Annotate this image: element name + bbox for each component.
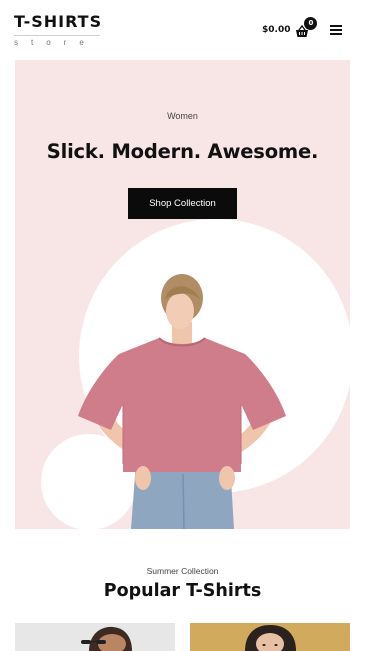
collection-kicker: Summer Collection bbox=[146, 566, 219, 576]
site-header: T-SHIRTS store $0.00 0 bbox=[0, 0, 365, 56]
hero-title: Slick. Modern. Awesome. bbox=[46, 140, 319, 163]
hero-model-image bbox=[41, 219, 350, 529]
product-card-woman[interactable] bbox=[190, 623, 350, 651]
hamburger-menu-icon[interactable] bbox=[330, 25, 342, 35]
cart-total: $0.00 bbox=[262, 25, 291, 35]
hero-kicker: Women bbox=[167, 111, 198, 121]
site-logo[interactable]: T-SHIRTS store bbox=[14, 13, 106, 48]
logo-divider bbox=[14, 35, 100, 36]
product-card-man[interactable] bbox=[15, 623, 175, 651]
cart-button[interactable]: $0.00 0 bbox=[262, 17, 318, 42]
logo-sub-text: store bbox=[14, 38, 97, 47]
shop-collection-button[interactable]: Shop Collection bbox=[128, 188, 237, 219]
logo-main-text: T-SHIRTS bbox=[14, 12, 103, 31]
man-in-sunglasses-photo bbox=[15, 623, 175, 651]
woman-on-mustard-background-photo bbox=[190, 623, 350, 651]
collection-title: Popular T-Shirts bbox=[103, 581, 262, 601]
hero-banner: Women Slick. Modern. Awesome. Shop Colle… bbox=[15, 60, 350, 529]
cart-icon-wrap: 0 bbox=[295, 17, 318, 40]
cart-count-badge: 0 bbox=[304, 17, 318, 30]
